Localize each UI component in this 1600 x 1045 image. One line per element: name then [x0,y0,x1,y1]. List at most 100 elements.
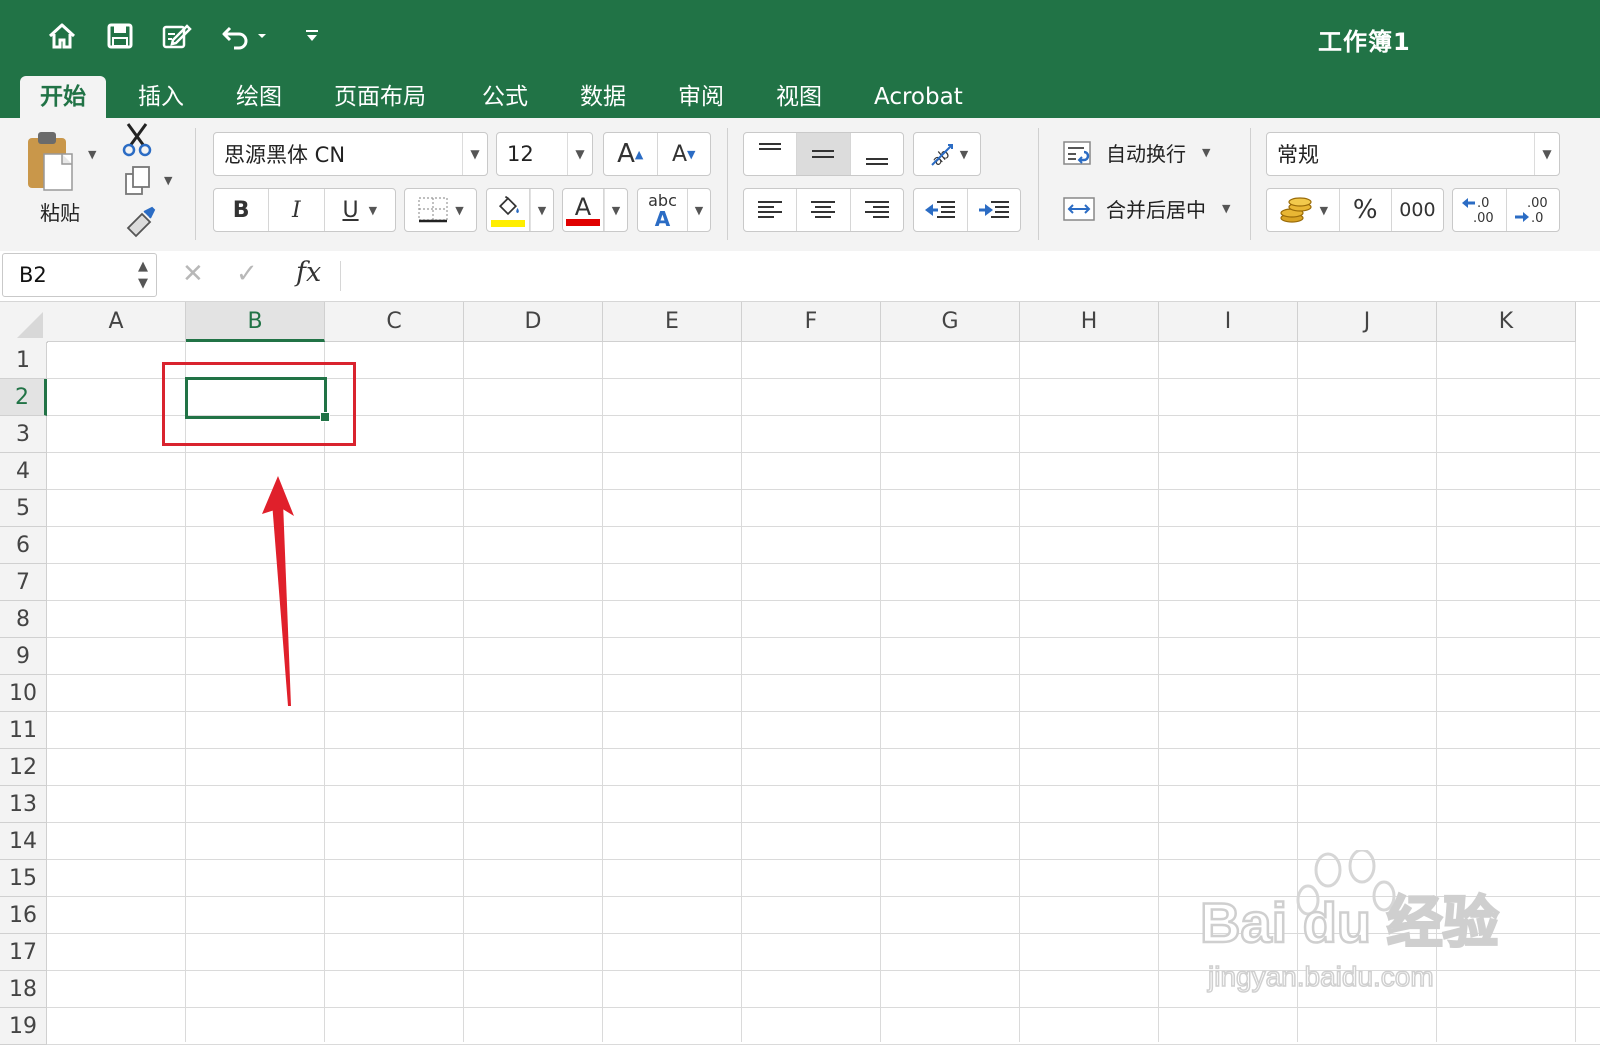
italic-button[interactable]: I [269,189,325,231]
font-size-combo[interactable]: 12 ▼ [496,132,593,176]
wrap-text-button[interactable]: 自动换行 ▼ [1062,138,1210,167]
underline-button[interactable]: U ▼ [325,189,396,231]
column-header-d[interactable]: D [464,302,603,342]
row-header-9[interactable]: 9 [0,638,47,675]
column-header-b[interactable]: B [186,302,325,342]
row-header-10[interactable]: 10 [0,675,47,712]
row-header-3[interactable]: 3 [0,416,47,453]
paste-dropdown-icon[interactable]: ▼ [88,148,96,161]
check-icon[interactable]: ✓ [236,259,258,289]
row-header-17[interactable]: 17 [0,934,47,971]
undo-dropdown-icon[interactable] [252,18,272,54]
font-color-dropdown-icon[interactable]: ▼ [604,189,627,231]
increase-font-size-button[interactable]: A ▲ [604,133,658,175]
row-header-4[interactable]: 4 [0,453,47,490]
column-header-g[interactable]: G [881,302,1020,342]
number-format-dropdown-icon[interactable]: ▼ [1534,133,1559,175]
column-header-j[interactable]: J [1298,302,1437,342]
tab-review[interactable]: 审阅 [658,76,744,118]
paste-button[interactable] [22,126,82,196]
phonetic-button[interactable]: abc A ▼ [637,188,711,232]
tab-draw[interactable]: 绘图 [216,76,302,118]
comma-style-button[interactable]: 000 [1392,189,1443,231]
column-header-h[interactable]: H [1020,302,1159,342]
row-header-6[interactable]: 6 [0,527,47,564]
tab-home[interactable]: 开始 [20,76,106,118]
tab-page-layout[interactable]: 页面布局 [314,76,446,118]
customize-icon[interactable] [294,18,330,54]
wrap-text-dropdown-icon[interactable]: ▼ [1202,146,1210,159]
align-right-button[interactable] [851,189,903,231]
font-name-combo[interactable]: 思源黑体 CN ▼ [213,132,488,176]
fill-color-dropdown-icon[interactable]: ▼ [530,189,553,231]
home-icon[interactable] [44,18,80,54]
decrease-indent-button[interactable] [914,189,968,231]
undo-icon[interactable] [218,18,254,54]
row-header-15[interactable]: 15 [0,860,47,897]
fill-color-button[interactable]: ▼ [486,188,554,232]
borders-button[interactable]: ▼ [404,188,477,232]
bold-button[interactable]: B [214,189,270,231]
decrease-font-size-button[interactable]: A ▼ [658,133,711,175]
select-all-button[interactable] [0,302,48,343]
row-header-13[interactable]: 13 [0,786,47,823]
tab-insert[interactable]: 插入 [118,76,204,118]
row-header-7[interactable]: 7 [0,564,47,601]
copy-icon[interactable] [122,164,154,198]
column-header-c[interactable]: C [325,302,464,342]
row-header-8[interactable]: 8 [0,601,47,638]
format-painter-icon[interactable] [122,206,156,238]
row-header-5[interactable]: 5 [0,490,47,527]
orientation-dropdown-icon[interactable]: ▼ [960,148,968,161]
font-size-dropdown-icon[interactable]: ▼ [567,133,592,175]
column-header-i[interactable]: I [1159,302,1298,342]
phonetic-dropdown-icon[interactable]: ▼ [688,189,710,231]
tab-formulas[interactable]: 公式 [462,76,548,118]
merge-center-button[interactable]: 合并后居中 ▼ [1062,194,1230,223]
increase-indent-button[interactable] [968,189,1021,231]
font-color-button[interactable]: A ▼ [562,188,628,232]
percent-style-button[interactable]: % [1340,189,1392,231]
spreadsheet-grid[interactable]: A B C D E F G H I J K 1 2 3 4 5 6 7 8 9 10 11 12 13 14 15 16 17 18 19 [0,302,1600,1045]
name-box-spinner-icon[interactable]: ▲ ▼ [138,258,148,292]
column-header-k[interactable]: K [1437,302,1576,342]
font-name-dropdown-icon[interactable]: ▼ [462,133,487,175]
align-bottom-button[interactable] [851,133,903,175]
accounting-dropdown-icon[interactable]: ▼ [1320,204,1328,217]
column-header-a[interactable]: A [47,302,186,342]
number-format-combo[interactable]: 常规 ▼ [1266,132,1560,176]
column-header-f[interactable]: F [742,302,881,342]
row-header-11[interactable]: 11 [0,712,47,749]
align-center-button[interactable] [797,189,851,231]
row-header-14[interactable]: 14 [0,823,47,860]
orientation-button[interactable]: ab ▼ [913,132,981,176]
accounting-format-button[interactable]: ▼ [1267,189,1340,231]
copy-dropdown-icon[interactable]: ▼ [164,174,172,187]
insert-function-button[interactable]: fx [296,257,321,288]
merge-center-dropdown-icon[interactable]: ▼ [1222,202,1230,215]
cut-icon[interactable] [120,122,154,158]
row-header-19[interactable]: 19 [0,1008,47,1045]
row-header-18[interactable]: 18 [0,971,47,1008]
borders-dropdown-icon[interactable]: ▼ [455,204,463,217]
cancel-icon[interactable]: ✕ [182,259,204,289]
column-header-e[interactable]: E [603,302,742,342]
row-header-1[interactable]: 1 [0,342,47,379]
increase-decimal-button[interactable]: .0.00 [1453,189,1507,231]
increase-decimal-icon: .0.00 [1462,196,1494,226]
align-middle-button[interactable] [797,133,851,175]
edit-document-icon[interactable] [158,18,194,54]
name-box[interactable]: B2 ▲ ▼ [2,253,157,297]
save-icon[interactable] [102,18,138,54]
align-top-button[interactable] [744,133,798,175]
tab-acrobat[interactable]: Acrobat [854,76,983,118]
formula-input[interactable] [350,255,1590,295]
tab-data[interactable]: 数据 [560,76,646,118]
tab-view[interactable]: 视图 [756,76,842,118]
row-header-12[interactable]: 12 [0,749,47,786]
underline-dropdown-icon[interactable]: ▼ [369,204,377,217]
align-left-button[interactable] [744,189,798,231]
decrease-decimal-button[interactable]: .00.0 [1507,189,1560,231]
row-header-16[interactable]: 16 [0,897,47,934]
row-header-2[interactable]: 2 [0,379,47,416]
